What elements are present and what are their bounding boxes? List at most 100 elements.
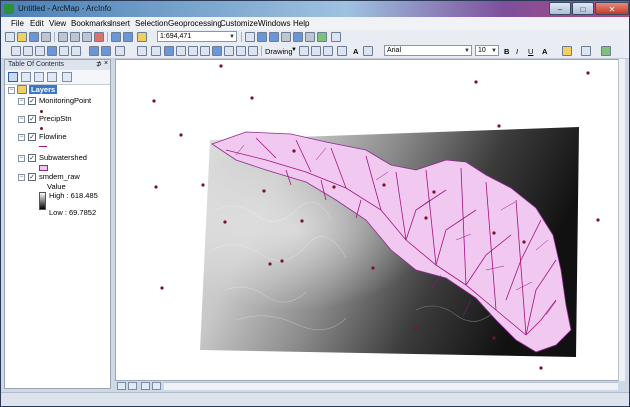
copy-icon[interactable]	[70, 32, 80, 42]
whats-this-help-icon[interactable]	[331, 32, 341, 42]
rotate-icon[interactable]	[311, 46, 321, 56]
delete-icon[interactable]	[94, 32, 104, 42]
save-icon[interactable]	[29, 32, 39, 42]
maximize-button[interactable]: □	[572, 2, 594, 15]
collapse-icon[interactable]: −	[18, 174, 25, 181]
map-canvas[interactable]	[116, 60, 625, 381]
monitoringpoint-symbol[interactable]	[40, 110, 43, 113]
subwatershed-symbol[interactable]	[39, 165, 48, 171]
chevron-down-icon[interactable]: ▼	[464, 46, 470, 56]
menu-insert[interactable]: Insert	[110, 19, 130, 28]
menu-view[interactable]: View	[49, 19, 66, 28]
pan-icon[interactable]	[35, 46, 45, 56]
pause-drawing-icon[interactable]	[152, 382, 161, 390]
editor-toolbar-icon[interactable]	[245, 32, 255, 42]
select-features-icon[interactable]	[115, 46, 125, 56]
new-document-icon[interactable]	[5, 32, 15, 42]
catalog-window-icon[interactable]	[269, 32, 279, 42]
data-frame-layers[interactable]: Layers	[29, 85, 58, 94]
options-icon[interactable]	[62, 72, 72, 82]
map-scale-combo[interactable]: 1:694,471 ▼	[157, 31, 237, 42]
raster-color-ramp[interactable]	[39, 192, 46, 210]
arctoolbox-icon[interactable]	[293, 32, 303, 42]
map-display[interactable]	[115, 59, 625, 381]
add-data-icon[interactable]	[137, 32, 147, 42]
drawing-menu[interactable]: Drawing	[265, 47, 293, 56]
font-name-combo[interactable]: Arial ▼	[384, 45, 472, 56]
menu-edit[interactable]: Edit	[30, 19, 44, 28]
undo-icon[interactable]	[111, 32, 121, 42]
open-folder-icon[interactable]	[17, 32, 27, 42]
precipstn-symbol[interactable]	[40, 127, 43, 130]
font-size-combo[interactable]: 10 ▼	[475, 45, 499, 56]
layer-checkbox[interactable]: ✓	[28, 154, 36, 162]
measure-icon[interactable]	[200, 46, 210, 56]
time-slider-icon[interactable]	[248, 46, 258, 56]
title-bar[interactable]: Untitled - ArcMap - ArcInfo – □ ✕	[1, 1, 629, 17]
modelbuilder-icon[interactable]	[317, 32, 327, 42]
go-forward-icon[interactable]	[101, 46, 111, 56]
print-icon[interactable]	[41, 32, 51, 42]
zoom-out-icon[interactable]	[23, 46, 33, 56]
go-to-xy-icon[interactable]	[236, 46, 246, 56]
html-popup-icon[interactable]	[188, 46, 198, 56]
close-button[interactable]: ✕	[595, 2, 629, 15]
python-window-icon[interactable]	[305, 32, 315, 42]
layer-checkbox[interactable]: ✓	[28, 133, 36, 141]
map-vertical-scrollbar[interactable]	[618, 59, 625, 381]
full-extent-icon[interactable]	[47, 46, 57, 56]
underline-button[interactable]: U	[528, 47, 533, 56]
go-back-icon[interactable]	[89, 46, 99, 56]
data-view-icon[interactable]	[117, 382, 126, 390]
layout-view-icon[interactable]	[128, 382, 137, 390]
italic-button[interactable]: I	[516, 47, 518, 56]
map-horizontal-scrollbar[interactable]	[164, 382, 618, 390]
redo-icon[interactable]	[123, 32, 133, 42]
identify-icon[interactable]	[164, 46, 174, 56]
paste-icon[interactable]	[82, 32, 92, 42]
select-elements-draw-icon[interactable]	[299, 46, 309, 56]
layer-checkbox[interactable]: ✓	[28, 97, 36, 105]
list-by-visibility-icon[interactable]	[34, 72, 44, 82]
edit-vertices-icon[interactable]	[363, 46, 373, 56]
layer-monitoringpoint[interactable]: MonitoringPoint	[39, 96, 91, 105]
marker-color-icon[interactable]	[601, 46, 611, 56]
list-by-source-icon[interactable]	[21, 72, 31, 82]
collapse-icon[interactable]: −	[18, 134, 25, 141]
table-of-contents-icon[interactable]	[257, 32, 267, 42]
chevron-down-icon[interactable]: ▼	[491, 46, 497, 56]
zoom-in-icon[interactable]	[11, 46, 21, 56]
rectangle-icon[interactable]	[337, 46, 347, 56]
text-tool-icon[interactable]: A	[353, 47, 358, 56]
flowline-symbol[interactable]	[39, 146, 47, 147]
font-color-button[interactable]: A	[542, 47, 547, 56]
collapse-icon[interactable]: −	[18, 116, 25, 123]
layer-flowline[interactable]: Flowline	[39, 132, 67, 141]
menu-help[interactable]: Help	[293, 19, 309, 28]
list-by-drawing-order-icon[interactable]	[8, 72, 18, 82]
collapse-icon[interactable]: −	[18, 98, 25, 105]
minimize-button[interactable]: –	[549, 2, 571, 15]
menu-customize[interactable]: Customize	[220, 19, 258, 28]
close-panel-icon[interactable]: ×	[104, 60, 108, 67]
chevron-down-icon[interactable]: ▼	[291, 47, 297, 53]
refresh-view-icon[interactable]	[141, 382, 150, 390]
chevron-down-icon[interactable]: ▼	[229, 32, 235, 42]
collapse-icon[interactable]: −	[18, 155, 25, 162]
collapse-icon[interactable]: −	[8, 87, 15, 94]
menu-geoprocessing[interactable]: Geoprocessing	[168, 19, 222, 28]
layer-checkbox[interactable]: ✓	[28, 173, 36, 181]
menu-windows[interactable]: Windows	[258, 19, 290, 28]
layer-smdem-raw[interactable]: smdem_raw	[39, 172, 80, 181]
layer-precipstn[interactable]: PrecipStn	[39, 114, 72, 123]
find-route-icon[interactable]	[224, 46, 234, 56]
layer-subwatershed[interactable]: Subwatershed	[39, 153, 87, 162]
select-elements-icon[interactable]	[151, 46, 161, 56]
fill-color-icon[interactable]	[562, 46, 572, 56]
line-color-icon[interactable]	[581, 46, 591, 56]
hyperlink-icon[interactable]	[176, 46, 186, 56]
layer-checkbox[interactable]: ✓	[28, 115, 36, 123]
clear-selection-icon[interactable]	[137, 46, 147, 56]
menu-file[interactable]: File	[11, 19, 24, 28]
menu-selection[interactable]: Selection	[135, 19, 168, 28]
